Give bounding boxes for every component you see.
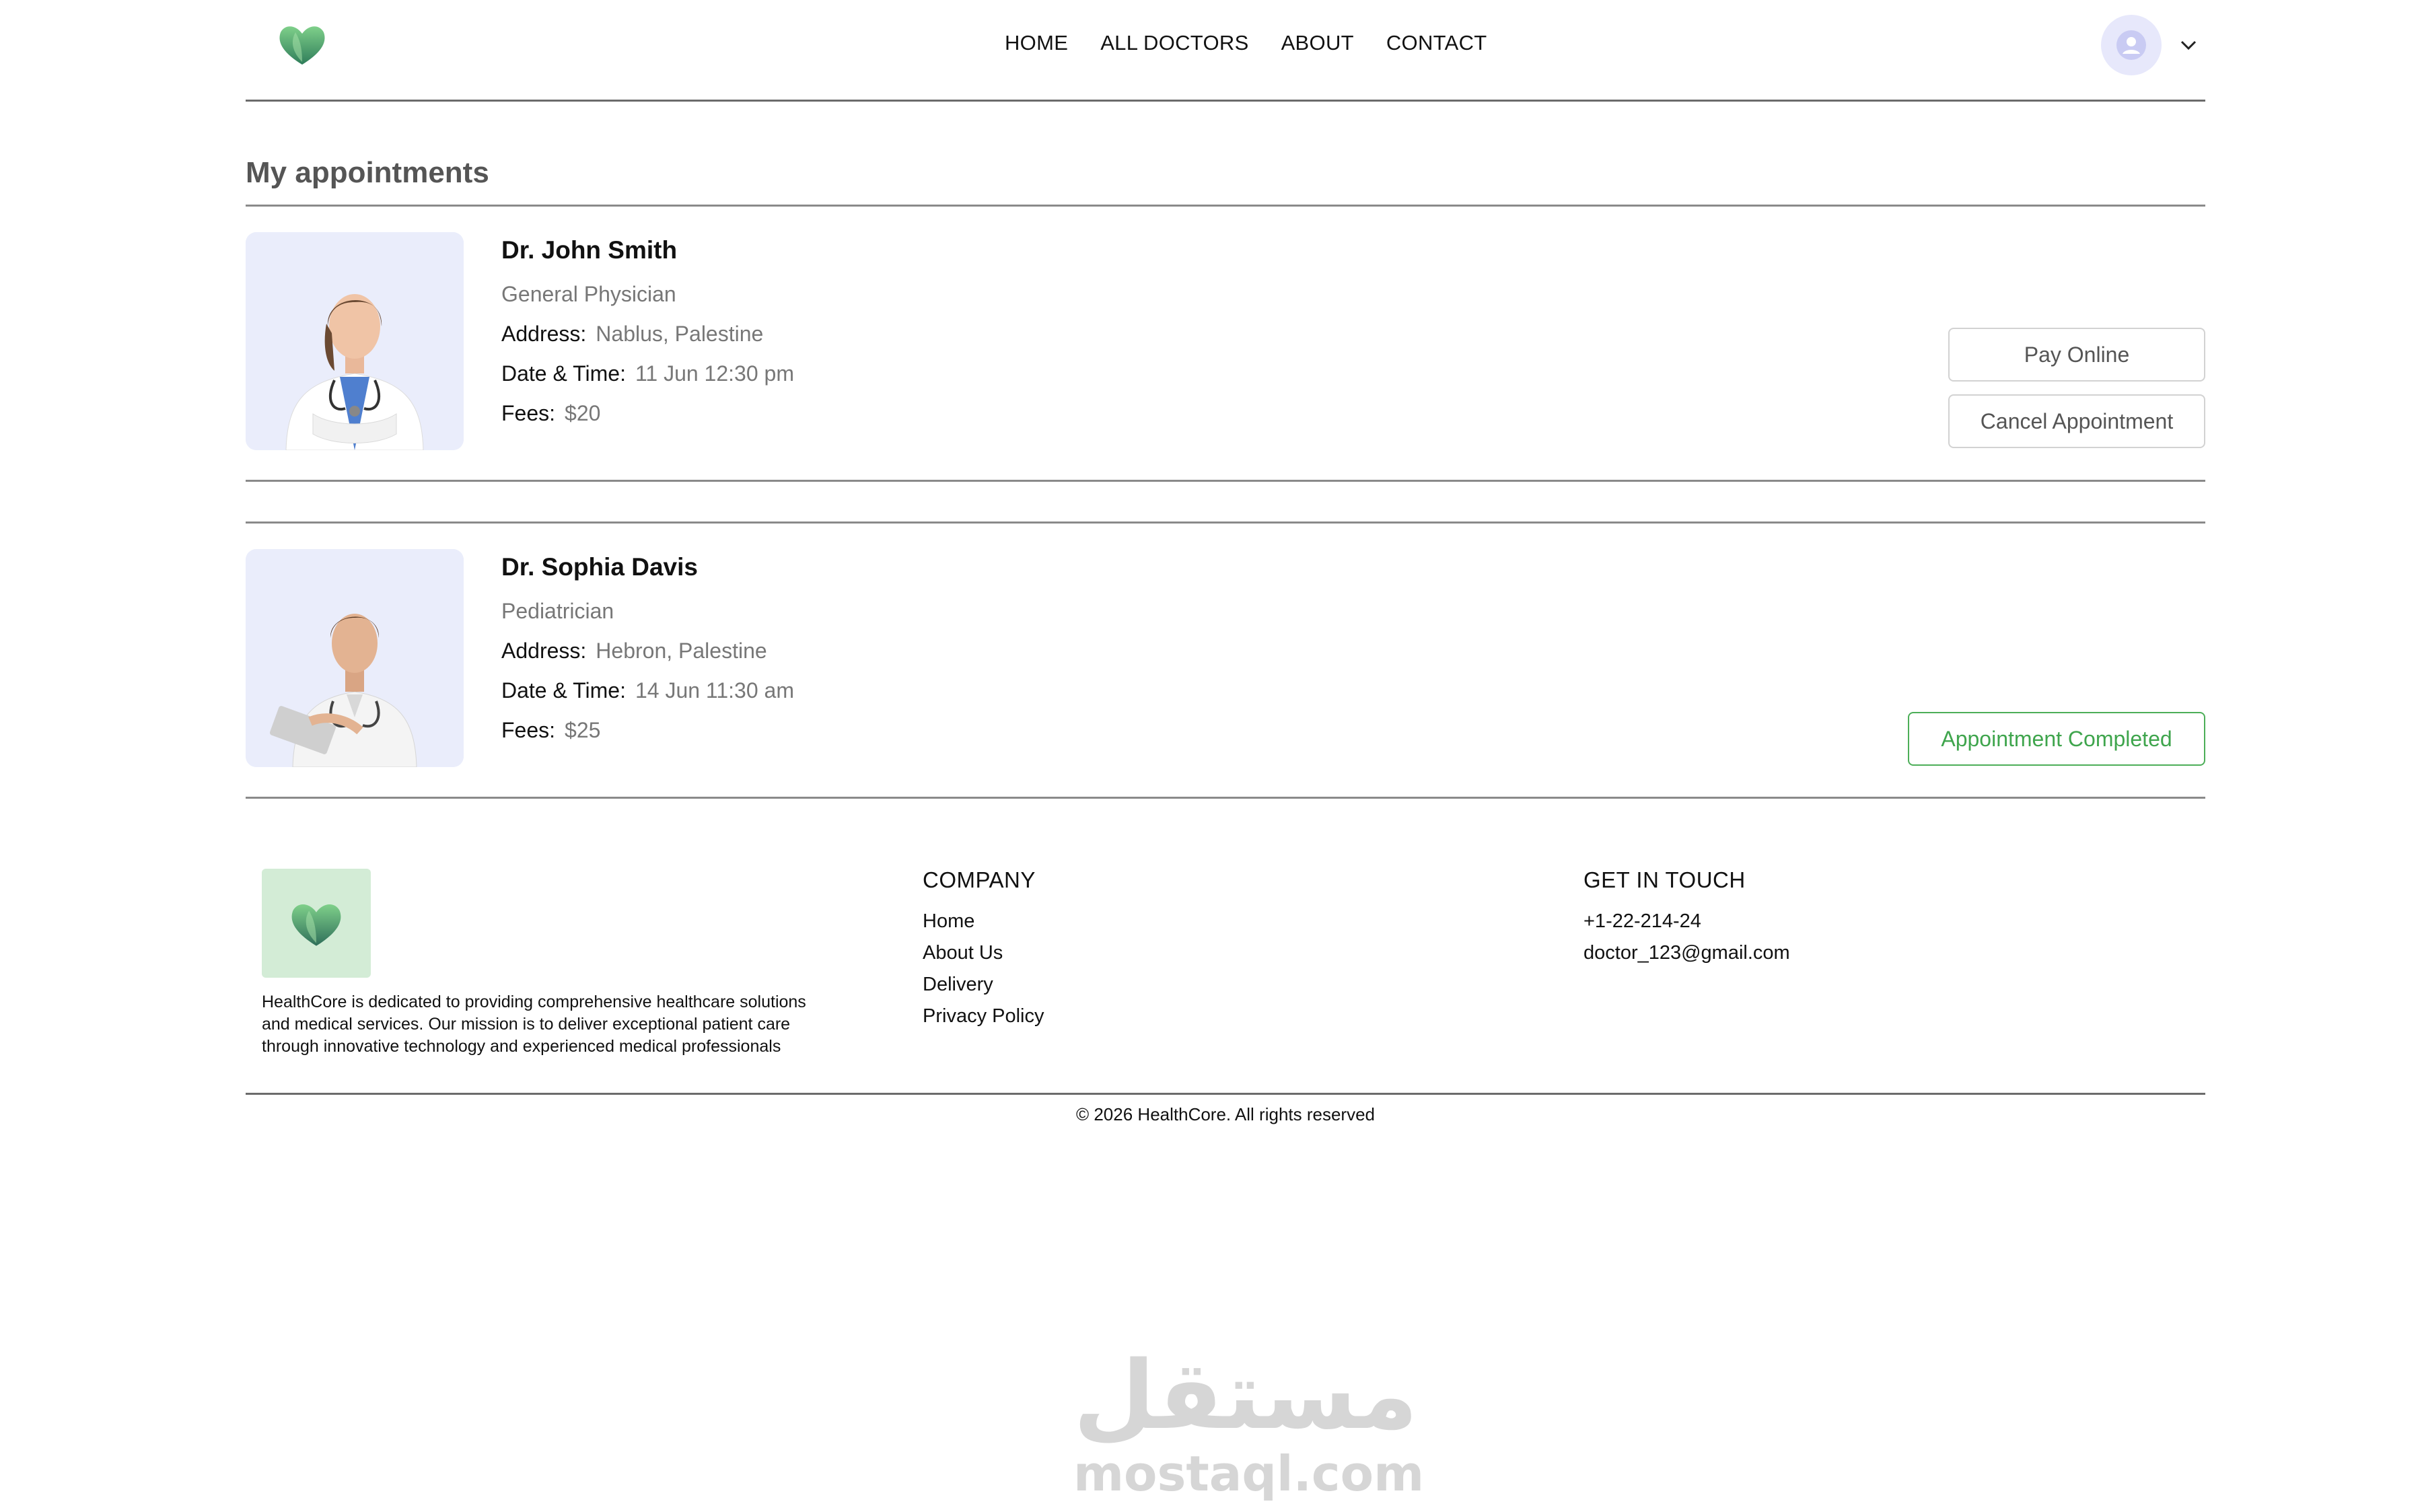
nav-all-doctors[interactable]: ALL DOCTORS (1100, 31, 1248, 55)
chevron-down-icon[interactable] (2177, 34, 2200, 57)
appointment-info: Dr. Sophia Davis Pediatrician Address: He… (501, 553, 794, 758)
doctor-photo (246, 232, 464, 450)
address-value: Nablus, Palestine (596, 322, 764, 346)
appointment-card: Dr. John Smith General Physician Address… (246, 207, 2205, 482)
page-title: My appointments (246, 156, 489, 189)
address-label: Address: (501, 639, 587, 663)
watermark: مستقل mostaql.com (1073, 1341, 1425, 1502)
company-title: COMPANY (923, 867, 1036, 892)
address-label: Address: (501, 322, 587, 346)
appointment-card: Dr. Sophia Davis Pediatrician Address: He… (246, 521, 2205, 799)
appointment-info: Dr. John Smith General Physician Address… (501, 236, 794, 441)
doctor-speciality: General Physician (501, 282, 676, 306)
logo-icon[interactable] (275, 20, 329, 67)
datetime-row: Date & Time: 14 Jun 11:30 am (501, 678, 794, 703)
address-row: Address: Hebron, Palestine (501, 639, 794, 663)
nav-about[interactable]: ABOUT (1281, 31, 1354, 55)
footer-link-home[interactable]: Home (923, 910, 1044, 933)
doctor-name: Dr. John Smith (501, 236, 678, 264)
nav-links: HOME ALL DOCTORS ABOUT CONTACT (1005, 31, 1487, 55)
doctor-photo (246, 549, 464, 767)
address-row: Address: Nablus, Palestine (501, 322, 794, 347)
navbar: HOME ALL DOCTORS ABOUT CONTACT (246, 0, 2205, 102)
user-avatar-icon (2116, 30, 2146, 60)
footer-link-privacy[interactable]: Privacy Policy (923, 1005, 1044, 1028)
datetime-row: Date & Time: 11 Jun 12:30 pm (501, 361, 794, 386)
datetime-label: Date & Time: (501, 361, 626, 386)
address-value: Hebron, Palestine (596, 639, 767, 663)
footer-contact: GET IN TOUCH +1-22-214-24 doctor_123@gma… (1583, 867, 1790, 974)
footer-divider (246, 1093, 2205, 1095)
fees-value: $25 (565, 718, 601, 742)
datetime-label: Date & Time: (501, 678, 626, 703)
appointment-completed-status: Appointment Completed (1908, 712, 2205, 766)
cancel-appointment-button[interactable]: Cancel Appointment (1948, 394, 2205, 448)
doctor-name: Dr. Sophia Davis (501, 553, 698, 581)
fees-row: Fees: $20 (501, 401, 794, 426)
footer-description: HealthCore is dedicated to providing com… (262, 993, 806, 1056)
datetime-value: 11 Jun 12:30 pm (635, 361, 794, 386)
pay-online-button[interactable]: Pay Online (1948, 328, 2205, 382)
footer-link-about[interactable]: About Us (923, 942, 1044, 964)
nav-home[interactable]: HOME (1005, 31, 1068, 55)
fees-label: Fees: (501, 401, 556, 425)
fees-row: Fees: $25 (501, 718, 794, 743)
contact-phone: +1-22-214-24 (1583, 910, 1701, 932)
nav-contact[interactable]: CONTACT (1386, 31, 1487, 55)
contact-title: GET IN TOUCH (1583, 867, 1746, 892)
footer-link-delivery[interactable]: Delivery (923, 974, 1044, 996)
footer-logo (262, 869, 371, 978)
watermark-arabic: مستقل (1073, 1341, 1419, 1451)
datetime-value: 14 Jun 11:30 am (635, 678, 794, 703)
user-avatar[interactable] (2101, 15, 2162, 75)
leaf-heart-icon (291, 904, 341, 946)
doctor-speciality: Pediatrician (501, 599, 614, 623)
footer: HealthCore is dedicated to providing com… (246, 795, 2205, 1124)
fees-value: $20 (565, 401, 601, 425)
appointments-header: My appointments (246, 152, 2205, 207)
contact-email[interactable]: doctor_123@gmail.com (1583, 942, 1790, 964)
watermark-latin: mostaql.com (1073, 1445, 1425, 1502)
footer-company: COMPANY Home About Us Delivery Privacy P… (923, 867, 1044, 1037)
copyright: © 2026 HealthCore. All rights reserved (1075, 1104, 1376, 1124)
fees-label: Fees: (501, 718, 556, 742)
